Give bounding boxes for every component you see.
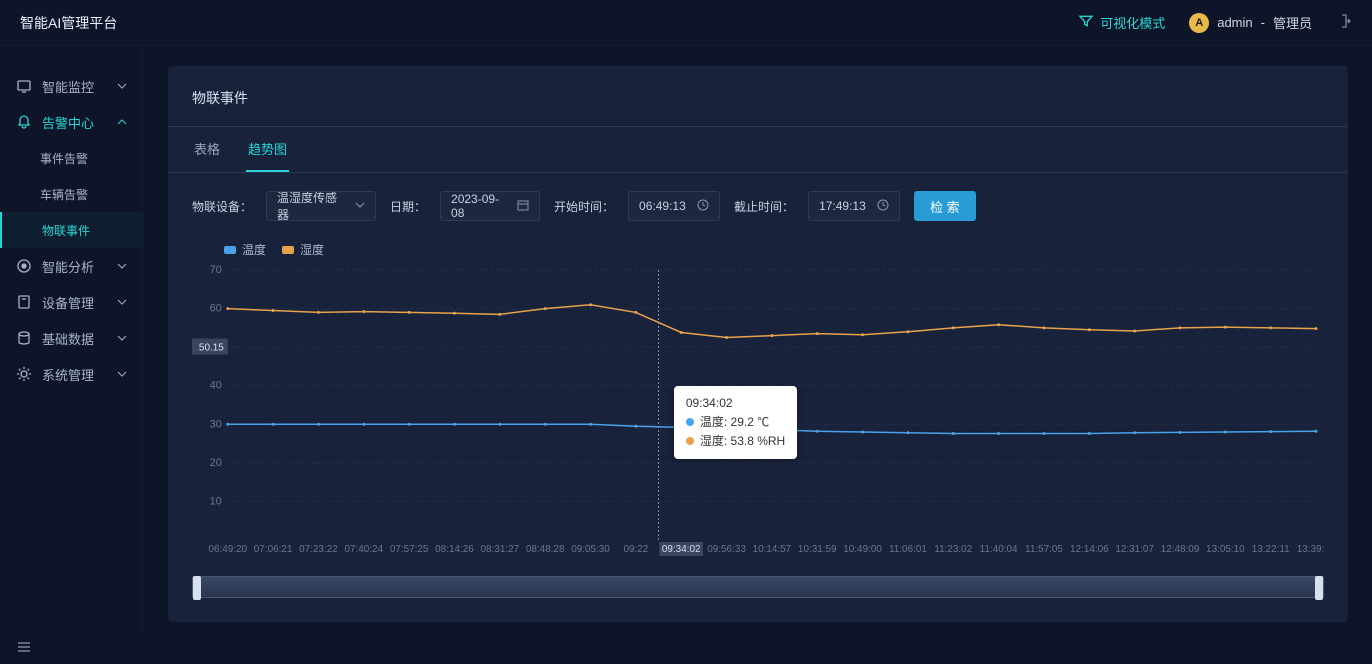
svg-text:11:57:05: 11:57:05: [1025, 544, 1063, 555]
svg-text:09:56:33: 09:56:33: [707, 544, 746, 555]
sidebar: 智能监控告警中心事件告警车辆告警物联事件智能分析设备管理基础数据系统管理: [0, 46, 144, 632]
sidebar-item[interactable]: 设备管理: [0, 284, 143, 320]
monitor-icon: [16, 78, 32, 94]
date-label: 日期：: [390, 198, 426, 215]
sidebar-subitem[interactable]: 事件告警: [0, 140, 143, 176]
svg-text:13:05:10: 13:05:10: [1206, 544, 1245, 555]
user-block[interactable]: A admin - 管理员: [1189, 13, 1312, 33]
sidebar-item-label: 系统管理: [42, 365, 94, 384]
gear-icon: [16, 366, 32, 382]
svg-text:11:23:02: 11:23:02: [934, 544, 972, 555]
svg-text:08:31:27: 08:31:27: [481, 544, 520, 555]
sidebar-item[interactable]: 系统管理: [0, 356, 143, 392]
svg-text:11:40:04: 11:40:04: [980, 544, 1018, 555]
bell-icon: [16, 114, 32, 130]
svg-text:70: 70: [210, 264, 222, 276]
calendar-icon: [517, 199, 529, 214]
user-role: 管理员: [1273, 13, 1312, 32]
svg-text:50.15: 50.15: [199, 343, 224, 354]
device-select[interactable]: 温湿度传感器: [266, 191, 376, 221]
svg-text:11:06:01: 11:06:01: [889, 544, 927, 555]
end-label: 截止时间：: [734, 198, 794, 215]
vis-mode-toggle[interactable]: 可视化模式: [1078, 13, 1165, 32]
chevron-down-icon: [117, 259, 127, 274]
trend-chart[interactable]: 1020304050607050.1506:49:2007:06:2107:23…: [192, 264, 1324, 564]
range-handle-right[interactable]: [1315, 576, 1323, 600]
app-title: 智能AI管理平台: [20, 13, 117, 33]
chevron-up-icon: [117, 115, 127, 130]
svg-text:12:31:07: 12:31:07: [1115, 544, 1154, 555]
svg-text:60: 60: [210, 303, 222, 315]
legend-hum[interactable]: 湿度: [282, 241, 324, 258]
svg-text:10:14:57: 10:14:57: [753, 544, 792, 555]
sidebar-item[interactable]: 智能监控: [0, 68, 143, 104]
sidebar-item-label: 智能分析: [42, 257, 94, 276]
tabs: 表格 趋势图: [168, 126, 1348, 173]
svg-text:07:40:24: 07:40:24: [344, 544, 383, 555]
chevron-down-icon: [117, 331, 127, 346]
svg-text:09:05:30: 09:05:30: [571, 544, 610, 555]
vis-mode-label: 可视化模式: [1100, 13, 1165, 32]
device-label: 物联设备：: [192, 198, 252, 215]
logout-icon[interactable]: [1336, 13, 1352, 32]
svg-text:09:34:02: 09:34:02: [662, 544, 701, 555]
svg-text:40: 40: [210, 380, 222, 392]
svg-text:10:49:00: 10:49:00: [843, 544, 882, 555]
search-button[interactable]: 检 索: [914, 191, 976, 221]
sidebar-item-label: 事件告警: [40, 150, 88, 167]
sidebar-item[interactable]: 告警中心: [0, 104, 143, 140]
svg-text:13:39:12: 13:39:12: [1297, 544, 1324, 555]
avatar: A: [1189, 13, 1209, 33]
end-time-input[interactable]: 17:49:13: [808, 191, 900, 221]
device-icon: [16, 294, 32, 310]
legend-temp[interactable]: 温度: [224, 241, 266, 258]
sidebar-item[interactable]: 智能分析: [0, 248, 143, 284]
svg-text:10: 10: [210, 495, 222, 507]
sidebar-item-label: 告警中心: [42, 113, 94, 132]
user-name: admin: [1217, 15, 1252, 30]
temp-swatch: [224, 246, 236, 254]
sidebar-item-label: 设备管理: [42, 293, 94, 312]
svg-text:06:49:20: 06:49:20: [208, 544, 247, 555]
sidebar-collapse-icon[interactable]: [16, 639, 32, 658]
svg-text:08:14:26: 08:14:26: [435, 544, 474, 555]
range-handle-left[interactable]: [193, 576, 201, 600]
svg-text:07:06:21: 07:06:21: [254, 544, 293, 555]
svg-text:07:23:22: 07:23:22: [299, 544, 338, 555]
clock-icon: [697, 199, 709, 214]
start-label: 开始时间：: [554, 198, 614, 215]
svg-text:12:48:09: 12:48:09: [1161, 544, 1200, 555]
svg-text:13:22:11: 13:22:11: [1252, 544, 1290, 555]
sidebar-subitem[interactable]: 车辆告警: [0, 176, 143, 212]
chevron-down-icon: [117, 79, 127, 94]
svg-text:10:31:59: 10:31:59: [798, 544, 837, 555]
sidebar-item[interactable]: 基础数据: [0, 320, 143, 356]
filter-icon: [1078, 13, 1094, 32]
chevron-down-icon: [355, 199, 365, 213]
svg-text:08:48:28: 08:48:28: [526, 544, 565, 555]
svg-text:20: 20: [210, 457, 222, 469]
svg-text:07:57:25: 07:57:25: [390, 544, 429, 555]
page-title: 物联事件: [168, 66, 1348, 126]
sidebar-subitem[interactable]: 物联事件: [0, 212, 143, 248]
hum-swatch: [282, 246, 294, 254]
time-range-slider[interactable]: [192, 576, 1324, 598]
chevron-down-icon: [117, 367, 127, 382]
tab-table[interactable]: 表格: [192, 127, 222, 172]
svg-text:12:14:06: 12:14:06: [1070, 544, 1109, 555]
chevron-down-icon: [117, 295, 127, 310]
svg-text:30: 30: [210, 418, 222, 430]
database-icon: [16, 330, 32, 346]
svg-text:09:22: 09:22: [623, 544, 648, 555]
clock-icon: [877, 199, 889, 214]
sidebar-item-label: 车辆告警: [40, 186, 88, 203]
app-header: 智能AI管理平台 可视化模式 A admin - 管理员: [0, 0, 1372, 46]
start-time-input[interactable]: 06:49:13: [628, 191, 720, 221]
circle-dot-icon: [16, 258, 32, 274]
date-input[interactable]: 2023-09-08: [440, 191, 540, 221]
tab-trend[interactable]: 趋势图: [246, 127, 289, 172]
sidebar-item-label: 基础数据: [42, 329, 94, 348]
sidebar-item-label: 物联事件: [42, 222, 90, 239]
sidebar-item-label: 智能监控: [42, 77, 94, 96]
